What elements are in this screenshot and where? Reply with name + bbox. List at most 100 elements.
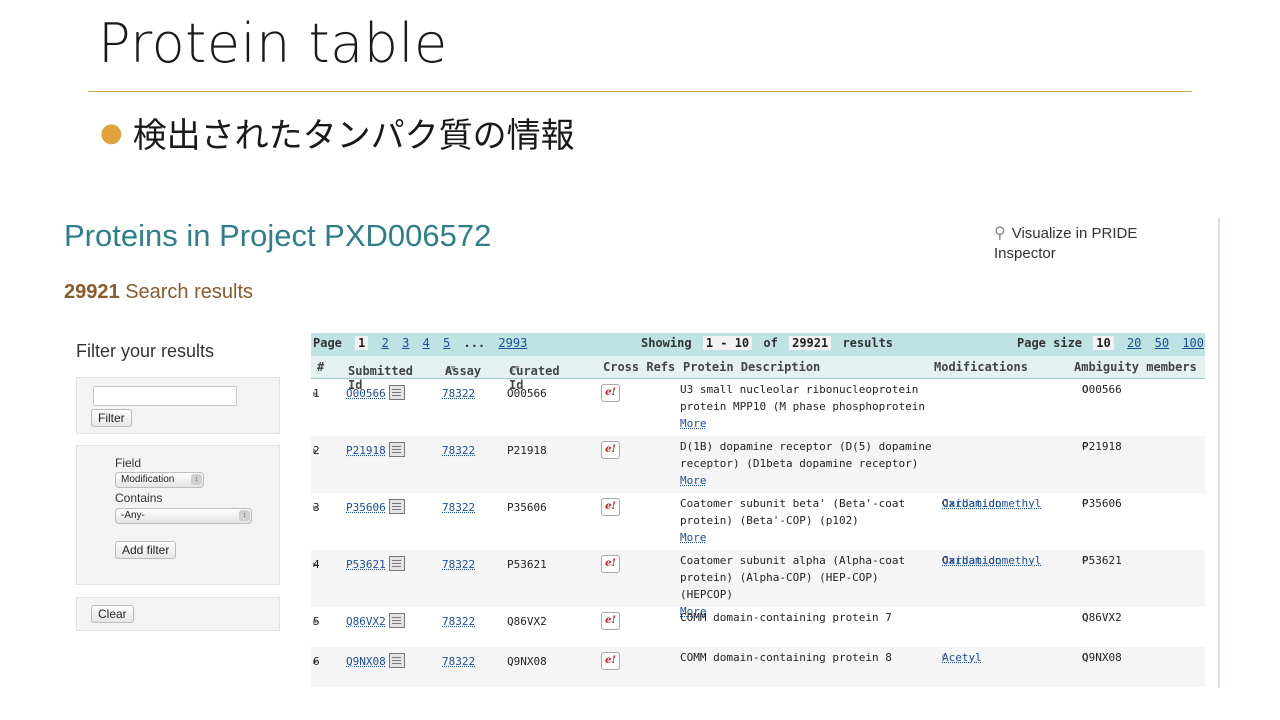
select-arrow-icon: ↕: [191, 474, 202, 485]
submitted-id-link[interactable]: P21918: [346, 444, 386, 457]
col-ambiguity: Ambiguity members: [1074, 360, 1197, 374]
table-header: # Submitted Id ▲▼ Assay ▲▼ Curated Id Cros…: [311, 356, 1205, 392]
page-size-option[interactable]: 20: [1127, 336, 1141, 350]
pager-page-link[interactable]: 2: [382, 336, 389, 350]
protein-table: Page 1 2 3 4 5 ... 2993 Showing 1 - 10 o…: [311, 333, 1205, 687]
panel-right-border: [1218, 218, 1220, 688]
table-pager: Page 1 2 3 4 5 ... 2993 Showing 1 - 10 o…: [311, 333, 1205, 356]
submitted-id-cell: Q86VX2: [346, 613, 405, 630]
row-number: 2: [313, 444, 320, 457]
results-count-label: Search results: [125, 281, 254, 303]
filter-button[interactable]: Filter: [91, 409, 132, 427]
pager-page-size: Page size 10 20 50 100: [1017, 336, 1204, 350]
submitted-id-link[interactable]: O00566: [346, 387, 386, 400]
results-count-number: 29921: [64, 281, 120, 303]
col-description: Protein Description: [683, 360, 821, 374]
contains-select-value: -Any-: [121, 510, 145, 521]
assay-link[interactable]: 78322: [442, 613, 475, 630]
filter-clear-box: Clear: [76, 597, 280, 631]
table-row: ▶ 4 P53621 78322 P53621 ✿e! Coatomer sub…: [311, 550, 1205, 618]
e-icon[interactable]: e!: [601, 612, 620, 630]
assay-link[interactable]: 78322: [442, 499, 475, 516]
visualize-label: Visualize in PRIDE Inspector: [994, 225, 1138, 262]
page-size-option[interactable]: 50: [1155, 336, 1169, 350]
protein-description: COMM domain-containing protein 7: [680, 609, 932, 626]
assay-link[interactable]: 78322: [442, 556, 475, 573]
document-icon[interactable]: [388, 653, 405, 668]
page-size-option[interactable]: 100: [1182, 336, 1204, 350]
pager-page-link[interactable]: 4: [423, 336, 430, 350]
protein-description: COMM domain-containing protein 8: [680, 649, 932, 666]
more-link[interactable]: More: [680, 417, 707, 430]
filter-field-box: Field Modification ↕ Contains -Any- ↕ Ad…: [76, 445, 280, 585]
more-link[interactable]: More: [680, 474, 707, 487]
e-icon[interactable]: e!: [601, 555, 620, 573]
showing-results-label: results: [842, 336, 894, 350]
assay-link[interactable]: 78322: [442, 442, 475, 459]
add-filter-button[interactable]: Add filter: [115, 541, 177, 559]
document-icon[interactable]: [388, 385, 405, 400]
pager-page-link[interactable]: 5: [443, 336, 450, 350]
ambiguity-id: Q9NX08: [1082, 651, 1122, 664]
submitted-id-link[interactable]: P35606: [346, 501, 386, 514]
document-icon[interactable]: [388, 556, 405, 571]
modification-item: ○ Acetyl: [942, 649, 982, 666]
row-number: 1: [313, 387, 320, 400]
curated-id: P35606: [507, 501, 547, 514]
submitted-id-link[interactable]: Q9NX08: [346, 655, 386, 668]
e-icon[interactable]: e!: [601, 384, 620, 402]
field-label: Field: [115, 456, 142, 470]
showing-label: Showing: [641, 336, 692, 350]
field-select-value: Modification: [121, 474, 175, 485]
assay-link[interactable]: 78322: [442, 653, 475, 670]
ambiguity-id: O00566: [1082, 383, 1122, 396]
pager-last-page-link[interactable]: 2993: [498, 336, 527, 350]
row-number: 6: [313, 655, 320, 668]
slide-title: Protein table: [98, 12, 448, 75]
pager-current-page: 1: [355, 336, 369, 350]
results-count: 29921 Search results: [64, 281, 253, 304]
pager-page-link[interactable]: 3: [402, 336, 409, 350]
modification-link[interactable]: Oxidation: [942, 497, 1002, 510]
description-text: Coatomer subunit beta' (Beta'-coat prote…: [680, 497, 906, 527]
e-icon[interactable]: e!: [601, 652, 620, 670]
ambiguity-id: P21918: [1082, 440, 1122, 453]
title-divider: [88, 91, 1192, 92]
filter-search-box: Filter: [76, 377, 280, 434]
e-icon[interactable]: e!: [601, 441, 620, 459]
submitted-id-cell: P21918: [346, 442, 405, 459]
protein-description: U3 small nucleolar ribonucleoprotein pro…: [680, 381, 932, 432]
row-number: 4: [313, 558, 320, 571]
table-row: ▶ 5 Q86VX2 78322 Q86VX2 ✿e! COMM domain-…: [311, 607, 1205, 647]
modification-link[interactable]: Oxidation: [942, 554, 1002, 567]
document-icon[interactable]: [388, 499, 405, 514]
document-icon[interactable]: [388, 442, 405, 457]
submitted-id-link[interactable]: Q86VX2: [346, 615, 386, 628]
contains-select[interactable]: -Any- ↕: [115, 508, 252, 524]
e-icon[interactable]: e!: [601, 498, 620, 516]
clear-button[interactable]: Clear: [91, 605, 134, 623]
field-select[interactable]: Modification ↕: [115, 472, 204, 488]
showing-of-label: of: [763, 336, 778, 350]
modification-item: ○ Oxidation: [942, 552, 1002, 569]
showing-range: 1 - 10: [702, 336, 753, 350]
table-row: ▶ 2 P21918 78322 P21918 ✿e! D(1B) dopami…: [311, 436, 1205, 493]
more-link[interactable]: More: [680, 531, 707, 544]
submitted-id-link[interactable]: P53621: [346, 558, 386, 571]
col-assay-label: Assay: [445, 364, 482, 378]
filter-heading: Filter your results: [76, 341, 215, 361]
table-row: ▶ 1 O00566 78322 O00566 ✿e! U3 small nuc…: [311, 379, 1205, 436]
curated-id: Q9NX08: [507, 655, 547, 668]
submitted-id-cell: P53621: [346, 556, 405, 573]
document-icon[interactable]: [388, 613, 405, 628]
col-cross-refs: Cross Refs: [603, 360, 676, 374]
visualize-link[interactable]: ⚲ Visualize in PRIDE Inspector: [994, 224, 1184, 264]
modification-link[interactable]: Acetyl: [942, 651, 982, 664]
assay-link[interactable]: 78322: [442, 385, 475, 402]
filter-search-input[interactable]: [93, 386, 237, 406]
bullet-text: 検出されたタンパク質の情報: [132, 116, 575, 156]
pager-pages: Page 1 2 3 4 5 ... 2993: [313, 336, 527, 350]
col-modifications: Modifications: [934, 360, 1028, 374]
protein-description: D(1B) dopamine receptor (D(5) dopamine r…: [680, 438, 932, 489]
bullet-dot: ●: [100, 117, 123, 148]
